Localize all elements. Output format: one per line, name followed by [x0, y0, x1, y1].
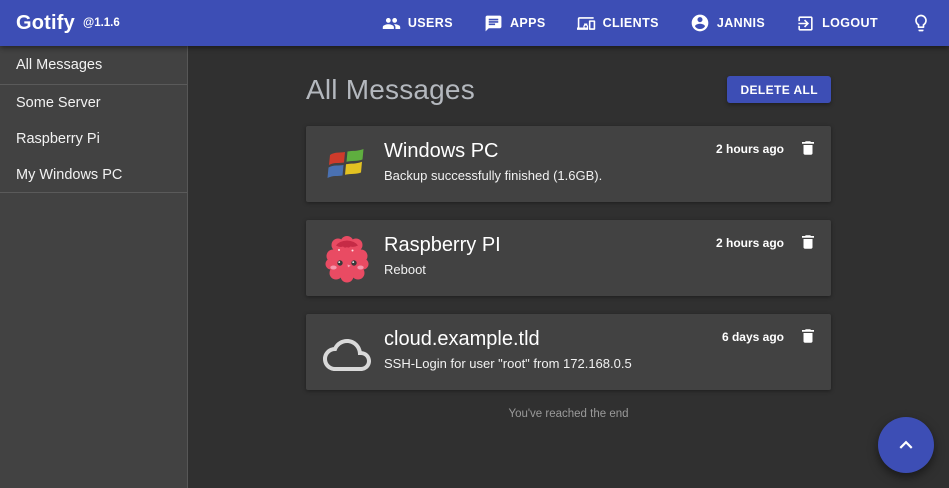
navbar-actions: USERS APPS CLIENTS JANNIS LOGOUT [380, 7, 933, 39]
message-body: SSH-Login for user "root" from 172.168.0… [384, 356, 722, 371]
message-timestamp: 2 hours ago [716, 142, 784, 156]
nav-users-label: USERS [408, 16, 453, 30]
message-card-cloud: cloud.example.tld SSH-Login for user "ro… [306, 314, 831, 390]
nav-user-account-button[interactable]: JANNIS [688, 7, 767, 39]
delete-message-button[interactable] [799, 139, 817, 160]
trash-icon [799, 233, 817, 254]
cloud-logo-icon [322, 327, 372, 377]
channels-sidebar: All Messages Some Server Raspberry Pi My… [0, 46, 188, 488]
delete-message-button[interactable] [799, 233, 817, 254]
page-title: All Messages [306, 74, 475, 106]
sidebar-item-label: Raspberry Pi [16, 131, 100, 147]
nav-logout-label: LOGOUT [822, 16, 878, 30]
nav-user-label: JANNIS [717, 16, 765, 30]
scroll-to-top-button[interactable] [878, 417, 934, 473]
message-title: cloud.example.tld [384, 328, 722, 351]
message-body: Backup successfully finished (1.6GB). [384, 168, 716, 183]
logout-icon [796, 14, 815, 33]
chat-icon [484, 14, 503, 33]
raspberry-logo-icon [322, 233, 372, 283]
app-title: Gotify [16, 12, 75, 35]
sidebar-item-some-server[interactable]: Some Server [0, 85, 187, 121]
nav-clients-label: CLIENTS [603, 16, 659, 30]
users-icon [382, 14, 401, 33]
theme-toggle-button[interactable] [909, 7, 933, 39]
nav-clients-button[interactable]: CLIENTS [575, 8, 661, 39]
sidebar-item-label: My Windows PC [16, 167, 122, 183]
top-navbar: Gotify @1.1.6 USERS APPS CLIENTS JANNIS [0, 0, 949, 46]
sidebar-item-label: All Messages [16, 57, 102, 73]
trash-icon [799, 139, 817, 160]
message-title: Raspberry PI [384, 234, 716, 257]
chevron-up-icon [893, 432, 919, 458]
message-body: Reboot [384, 262, 716, 277]
nav-logout-button[interactable]: LOGOUT [794, 8, 880, 39]
windows-logo-icon [322, 139, 372, 189]
nav-apps-button[interactable]: APPS [482, 8, 548, 39]
delete-all-button[interactable]: DELETE ALL [727, 76, 831, 103]
message-timestamp: 2 hours ago [716, 236, 784, 250]
nav-users-button[interactable]: USERS [380, 8, 455, 39]
message-title: Windows PC [384, 140, 716, 163]
sidebar-item-my-windows-pc[interactable]: My Windows PC [0, 157, 187, 193]
lightbulb-icon [911, 13, 931, 33]
sidebar-item-raspberry-pi[interactable]: Raspberry Pi [0, 121, 187, 157]
sidebar-item-label: Some Server [16, 95, 101, 111]
nav-apps-label: APPS [510, 16, 546, 30]
account-circle-icon [690, 13, 710, 33]
trash-icon [799, 327, 817, 348]
devices-icon [577, 14, 596, 33]
messages-main: All Messages DELETE ALL Windows PC Backu… [188, 46, 949, 488]
delete-message-button[interactable] [799, 327, 817, 348]
app-version: @1.1.6 [83, 17, 120, 29]
end-of-list-text: You've reached the end [306, 408, 831, 420]
sidebar-item-all-messages[interactable]: All Messages [0, 46, 187, 85]
message-timestamp: 6 days ago [722, 330, 784, 344]
message-card-raspberry-pi: Raspberry PI Reboot 2 hours ago [306, 220, 831, 296]
message-card-windows-pc: Windows PC Backup successfully finished … [306, 126, 831, 202]
